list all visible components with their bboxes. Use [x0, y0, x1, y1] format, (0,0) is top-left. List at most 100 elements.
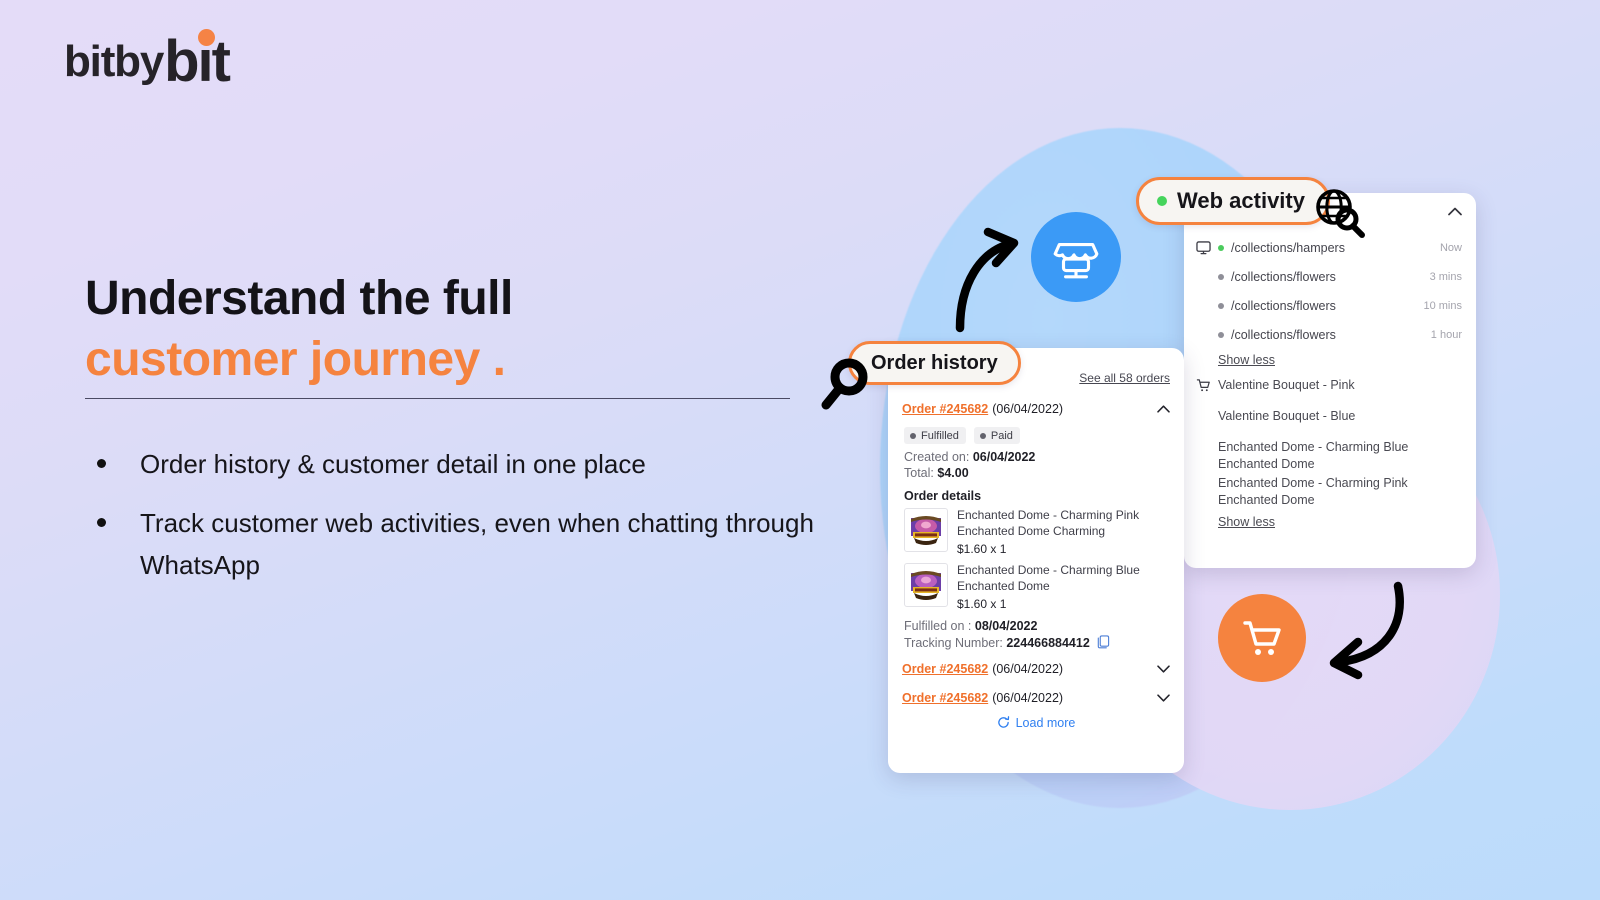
order-tracking-label: Tracking Number: — [904, 635, 1003, 650]
logo-text-bit2-label: bit — [164, 29, 231, 94]
feature-bullet-list: Order history & customer detail in one p… — [92, 443, 832, 603]
globe-search-icon — [1316, 189, 1365, 238]
order-number-link[interactable]: Order #245682 — [902, 402, 988, 416]
status-badge-label: Fulfilled — [921, 429, 959, 442]
refresh-icon — [997, 716, 1009, 729]
list-item: Order history & customer detail in one p… — [92, 443, 832, 485]
web-activity-path: /collections/flowers — [1231, 269, 1336, 284]
bullet-text: Track customer web activities, even when… — [140, 508, 814, 581]
order-created-value: 06/04/2022 — [972, 450, 1036, 464]
order-row-collapsed[interactable]: Order #245682 (06/04/2022) — [902, 658, 1170, 680]
order-number-link[interactable]: Order #245682 — [902, 691, 988, 705]
see-all-orders-link[interactable]: See all 58 orders — [1079, 371, 1170, 385]
order-created-row: Created on: 06/04/2022 — [904, 450, 1170, 464]
cart-item-row[interactable]: Valentine Bouquet - Pink — [1184, 377, 1476, 405]
brand-logo: bit by bit — [64, 29, 231, 91]
web-activity-row[interactable]: /collections/flowers 10 mins — [1184, 291, 1476, 320]
order-date: (06/04/2022) — [992, 402, 1064, 416]
product-thumbnail — [904, 508, 948, 552]
order-collapse-chevron[interactable] — [1157, 402, 1170, 416]
order-list: Order #245682 (06/04/2022) Fulfilled Pai… — [888, 348, 1184, 730]
headline-line-2: customer journey . — [85, 333, 506, 387]
shopping-cart-badge — [1218, 594, 1306, 682]
order-total-row: Total: $4.00 — [904, 466, 1170, 480]
order-item-name: Enchanted Dome - Charming Pink Enchanted… — [957, 508, 1140, 538]
cart-item-name: Enchanted Dome - Charming Blue Enchanted… — [1218, 440, 1409, 471]
chevron-up-icon — [1157, 405, 1170, 413]
cart-item-row[interactable]: Enchanted Dome - Charming Pink Enchanted… — [1184, 475, 1476, 508]
order-total-value: $4.00 — [937, 466, 969, 480]
load-more-label: Load more — [1015, 715, 1076, 730]
cart-item-row[interactable]: Enchanted Dome - Charming Blue Enchanted… — [1184, 439, 1476, 472]
product-image-icon — [911, 571, 941, 601]
order-history-panel: See all 58 orders Order #245682 (06/04/2… — [888, 348, 1184, 773]
order-row-collapsed[interactable]: Order #245682 (06/04/2022) — [902, 687, 1170, 709]
order-expand-chevron[interactable] — [1157, 662, 1170, 676]
live-status-dot-icon — [1157, 196, 1167, 206]
web-activity-path: /collections/hampers — [1231, 240, 1345, 255]
order-line-item: Enchanted Dome - Charming Pink Enchanted… — [904, 508, 1170, 557]
web-activity-row[interactable]: /collections/flowers 1 hour — [1184, 320, 1476, 349]
cart-item-row[interactable]: Valentine Bouquet - Blue — [1184, 408, 1476, 436]
status-dot — [1218, 331, 1224, 338]
chevron-down-icon — [1157, 694, 1170, 702]
hero-headline: Understand the full customer journey . — [85, 268, 845, 391]
order-fulfilled-row: Fulfilled on : 08/04/2022 — [904, 619, 1170, 633]
status-dot-live — [1218, 244, 1224, 251]
cart-item-name: Valentine Bouquet - Pink — [1218, 378, 1355, 392]
badge-dot-icon — [910, 432, 916, 439]
web-activity-path: /collections/flowers — [1231, 327, 1336, 342]
order-line-item: Enchanted Dome - Charming Blue Enchanted… — [904, 563, 1170, 612]
order-expand-chevron[interactable] — [1157, 691, 1170, 705]
bullet-dot-icon — [97, 459, 106, 468]
copy-tracking-button[interactable] — [1097, 635, 1110, 652]
order-date: (06/04/2022) — [992, 690, 1064, 705]
logo-dot-icon — [197, 29, 215, 46]
bullet-text: Order history & customer detail in one p… — [140, 449, 646, 479]
order-fulfilled-label: Fulfilled on : — [904, 618, 972, 633]
web-activity-collapse-button[interactable] — [1448, 205, 1462, 218]
status-badge-label: Paid — [990, 429, 1013, 442]
status-badge-paid: Paid — [973, 427, 1020, 444]
product-thumbnail — [904, 563, 948, 608]
status-dot — [1218, 273, 1224, 280]
cart-item-name: Valentine Bouquet - Blue — [1218, 409, 1356, 423]
web-activity-show-less-link[interactable]: Show less — [1184, 349, 1275, 373]
order-details-title: Order details — [904, 489, 982, 503]
list-item: Track customer web activities, even when… — [92, 502, 832, 586]
web-activity-cart-list: Valentine Bouquet - Pink Valentine Bouqu… — [1184, 377, 1476, 535]
storefront-icon — [1053, 242, 1099, 279]
badge-dot-icon — [979, 432, 986, 439]
web-activity-time: 10 mins — [1423, 299, 1462, 312]
product-image-icon — [911, 516, 941, 545]
cart-item-name: Enchanted Dome - Charming Pink Enchanted… — [1218, 476, 1408, 507]
order-created-label: Created on: — [904, 450, 970, 464]
order-status-badges: Fulfilled Paid — [904, 427, 1170, 444]
web-activity-time: Now — [1439, 241, 1462, 254]
promo-banner: bit by bit Understand the full customer … — [0, 0, 1600, 900]
headline-divider — [85, 398, 790, 399]
bullet-dot-icon — [97, 518, 106, 528]
order-tracking-value: 224466884412 — [1006, 635, 1090, 650]
load-more-button[interactable]: Load more — [902, 716, 1170, 730]
web-activity-page-list: /collections/hampers Now /collections/fl… — [1184, 233, 1476, 373]
logo-text-bit: bit — [64, 37, 115, 86]
web-activity-path: /collections/flowers — [1231, 298, 1336, 313]
cart-outline-icon — [1196, 377, 1218, 396]
web-activity-panel: /collections/hampers Now /collections/fl… — [1184, 193, 1476, 568]
order-item-text: Enchanted Dome - Charming Pink Enchanted… — [957, 508, 1170, 557]
magnifying-glass-icon — [821, 358, 868, 410]
chevron-up-icon — [1448, 207, 1462, 216]
order-number-link[interactable]: Order #245682 — [902, 662, 988, 676]
order-row-expanded[interactable]: Order #245682 (06/04/2022) — [902, 398, 1170, 420]
cart-show-less-link[interactable]: Show less — [1184, 511, 1275, 535]
order-date: (06/04/2022) — [992, 661, 1064, 676]
order-tracking-row: Tracking Number: 224466884412 — [904, 635, 1170, 652]
order-item-text: Enchanted Dome - Charming Blue Enchanted… — [957, 563, 1170, 612]
curved-arrow-left-icon — [1329, 581, 1404, 680]
page-title: Understand the full customer journey . — [85, 268, 845, 391]
status-badge-fulfilled: Fulfilled — [904, 427, 966, 444]
curved-arrow-right-icon — [955, 227, 1019, 333]
order-history-pill-text: Order history — [871, 351, 998, 374]
web-activity-row[interactable]: /collections/flowers 3 mins — [1184, 262, 1476, 291]
